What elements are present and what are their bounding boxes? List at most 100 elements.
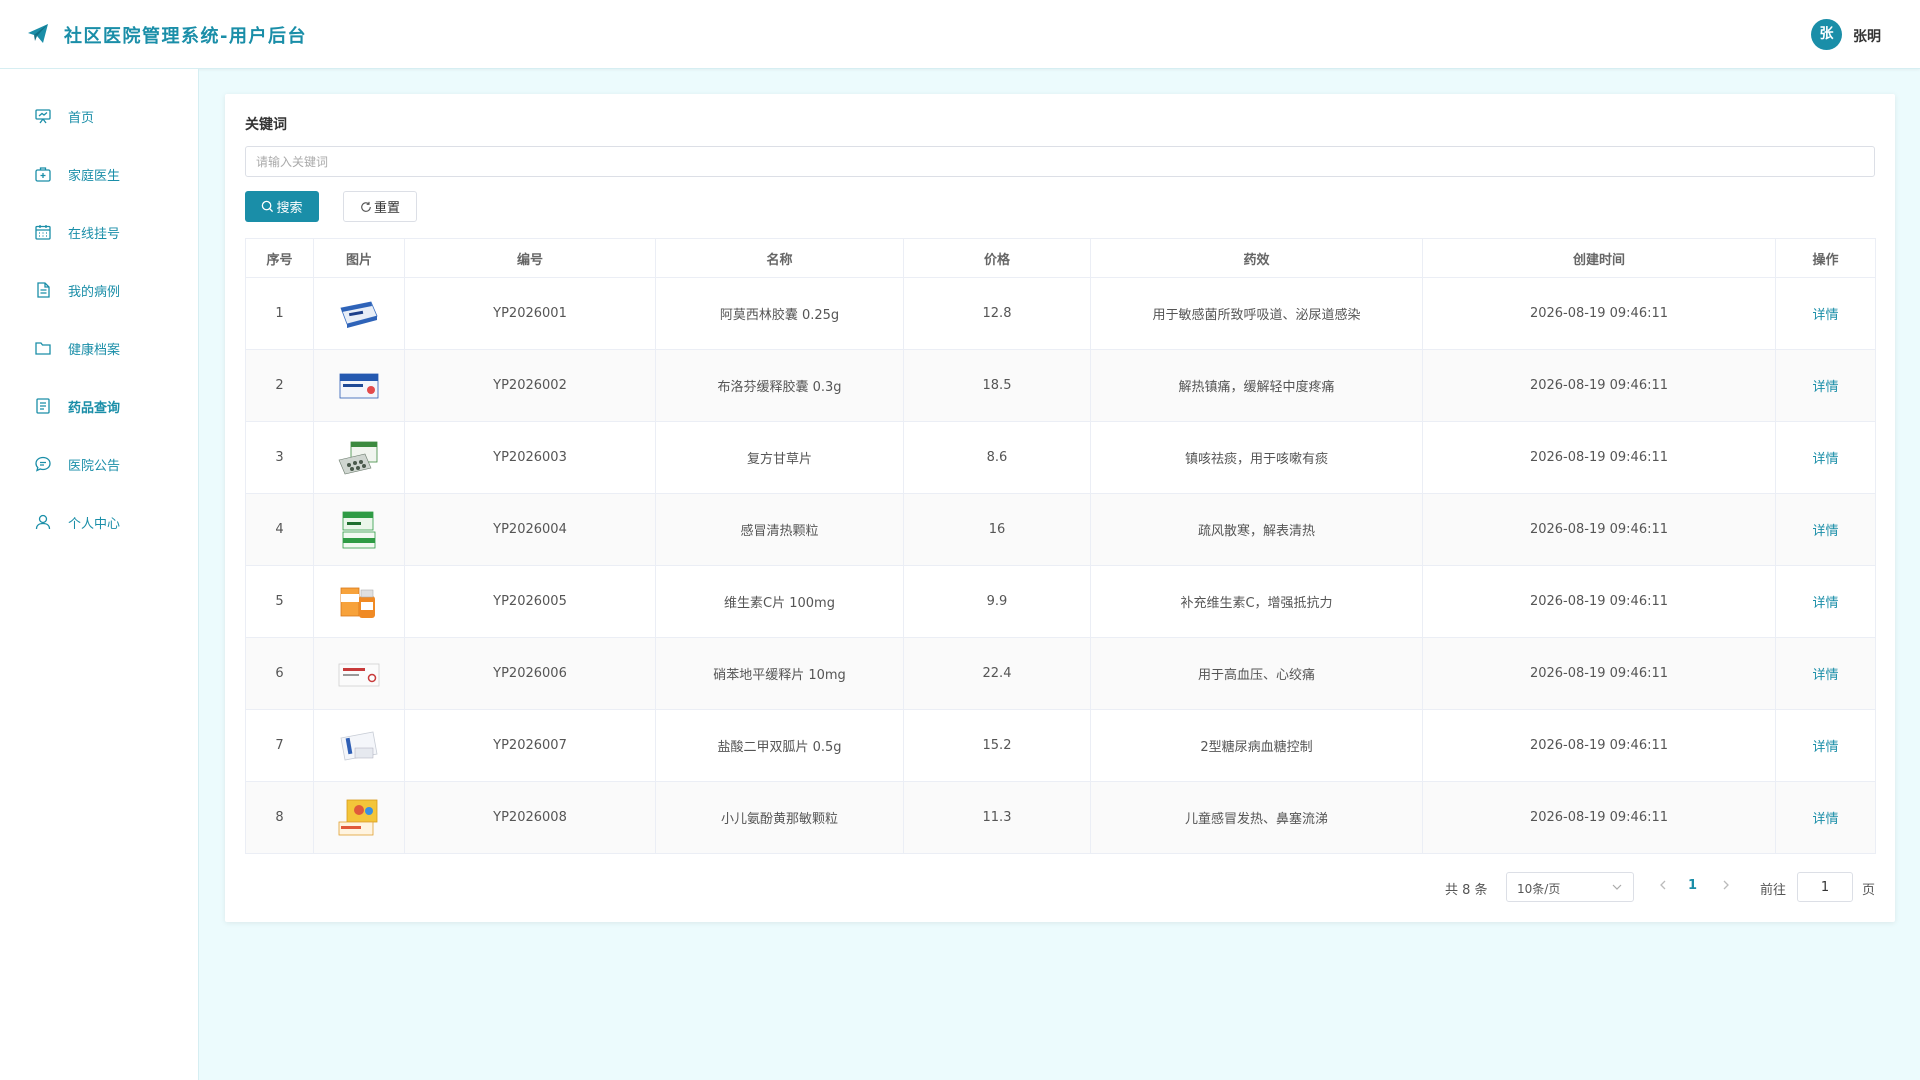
sidebar-item-label: 药品查询 [68, 401, 121, 416]
sidebar-item-drug-query[interactable]: 药品查询 [0, 381, 198, 431]
cell-created: 2026-08-19 09:46:11 [1422, 349, 1776, 422]
top-header: 社区医院管理系统-用户后台 张 张明 [0, 0, 1920, 69]
chevron-right-icon [1723, 880, 1729, 890]
cell-index: 2 [245, 349, 314, 422]
page-unit-label: 页 [1862, 883, 1876, 898]
column-header-index: 序号 [245, 238, 314, 278]
sidebar-item-label: 医院公告 [68, 459, 121, 474]
table-header-row: 序号 图片 编号 名称 价格 药效 创建时间 操作 [245, 238, 1876, 278]
table-row: 8 YP2026008 小儿氨酚黄那敏颗粒 11.3 儿童感冒发热、鼻塞流涕 2… [245, 781, 1876, 854]
chevron-left-icon [1660, 880, 1666, 890]
keyword-input[interactable] [245, 146, 1875, 177]
paper-plane-icon [28, 24, 48, 43]
sidebar-item-announcements[interactable]: 医院公告 [0, 439, 198, 489]
cell-code: YP2026006 [404, 637, 656, 710]
list-document-icon [36, 398, 50, 414]
next-page-button[interactable] [1721, 879, 1731, 895]
goto-label: 前往 [1760, 883, 1787, 898]
cell-image [313, 277, 405, 350]
sidebar-item-online-register[interactable]: 在线挂号 [0, 207, 198, 257]
cell-price: 9.9 [903, 565, 1091, 638]
cell-effect: 儿童感冒发热、鼻塞流涕 [1090, 781, 1423, 854]
cell-name: 布洛芬缓释胶囊 0.3g [655, 349, 904, 422]
sidebar: 首页 家庭医生 在线挂号 我的病例 健康档案 药品查询 医院公告 个人中心 [0, 69, 199, 1080]
cell-name: 盐酸二甲双胍片 0.5g [655, 709, 904, 782]
sidebar-item-home[interactable]: 首页 [0, 91, 198, 141]
sidebar-item-my-cases[interactable]: 我的病例 [0, 265, 198, 315]
page-number-current[interactable]: 1 [1688, 878, 1697, 893]
page-size-value: 10条/页 [1517, 882, 1561, 896]
cell-index: 4 [245, 493, 314, 566]
chat-bubble-icon [35, 456, 51, 472]
cell-created: 2026-08-19 09:46:11 [1422, 637, 1776, 710]
drug-thumbnail[interactable] [337, 294, 381, 334]
cell-code: YP2026004 [404, 493, 656, 566]
drug-thumbnail[interactable] [337, 798, 381, 838]
sidebar-item-label: 健康档案 [68, 343, 121, 358]
cell-image [313, 349, 405, 422]
user-icon [35, 514, 51, 530]
cell-index: 3 [245, 421, 314, 494]
reset-button[interactable]: 重置 [343, 191, 417, 222]
cell-name: 维生素C片 100mg [655, 565, 904, 638]
drug-thumbnail[interactable] [337, 510, 381, 550]
cell-price: 22.4 [903, 637, 1091, 710]
drug-thumbnail[interactable] [337, 438, 381, 478]
cell-price: 8.6 [903, 421, 1091, 494]
cell-effect: 补充维生素C，增强抵抗力 [1090, 565, 1423, 638]
sidebar-item-profile[interactable]: 个人中心 [0, 497, 198, 547]
detail-link[interactable]: 详情 [1812, 308, 1838, 323]
table-row: 2 YP2026002 布洛芬缓释胶囊 0.3g 18.5 解热镇痛，缓解轻中度… [245, 349, 1876, 422]
detail-link[interactable]: 详情 [1812, 740, 1838, 755]
cell-action: 详情 [1775, 565, 1876, 638]
detail-link[interactable]: 详情 [1812, 668, 1838, 683]
reset-button-label: 重置 [373, 201, 400, 216]
column-header-name: 名称 [655, 238, 904, 278]
prev-page-button[interactable] [1658, 879, 1668, 895]
sidebar-item-family-doctor[interactable]: 家庭医生 [0, 149, 198, 199]
sidebar-item-health-records[interactable]: 健康档案 [0, 323, 198, 373]
column-header-image: 图片 [313, 238, 405, 278]
sidebar-item-label: 家庭医生 [68, 169, 121, 184]
detail-link[interactable]: 详情 [1812, 380, 1838, 395]
cell-price: 15.2 [903, 709, 1091, 782]
drug-thumbnail[interactable] [337, 366, 381, 406]
cell-effect: 用于高血压、心绞痛 [1090, 637, 1423, 710]
sidebar-item-label: 个人中心 [68, 517, 121, 532]
search-button[interactable]: 搜索 [245, 191, 319, 222]
drug-thumbnail[interactable] [337, 654, 381, 694]
cell-code: YP2026008 [404, 781, 656, 854]
detail-link[interactable]: 详情 [1812, 812, 1838, 827]
page-jump-input[interactable] [1797, 872, 1853, 902]
detail-link[interactable]: 详情 [1812, 524, 1838, 539]
table-row: 7 YP2026007 盐酸二甲双胍片 0.5g 15.2 2型糖尿病血糖控制 … [245, 709, 1876, 782]
refresh-icon [361, 201, 371, 212]
cell-name: 硝苯地平缓释片 10mg [655, 637, 904, 710]
detail-link[interactable]: 详情 [1812, 452, 1838, 467]
drug-thumbnail[interactable] [337, 726, 381, 766]
sidebar-item-label: 我的病例 [68, 285, 121, 300]
column-header-effect: 药效 [1090, 238, 1423, 278]
cell-created: 2026-08-19 09:46:11 [1422, 493, 1776, 566]
cell-code: YP2026001 [404, 277, 656, 350]
cell-image [313, 781, 405, 854]
cell-image [313, 493, 405, 566]
cell-created: 2026-08-19 09:46:11 [1422, 277, 1776, 350]
user-name[interactable]: 张明 [1853, 26, 1881, 46]
chevron-down-icon [1612, 884, 1622, 890]
cell-price: 12.8 [903, 277, 1091, 350]
presentation-board-icon [35, 109, 51, 124]
page-size-select[interactable]: 10条/页 [1506, 872, 1634, 902]
table-row: 5 YP2026005 维生素C片 100mg 9.9 补充维生素C，增强抵抗力… [245, 565, 1876, 638]
detail-link[interactable]: 详情 [1812, 596, 1838, 611]
cell-effect: 2型糖尿病血糖控制 [1090, 709, 1423, 782]
search-icon [262, 200, 274, 213]
cell-image [313, 421, 405, 494]
calendar-icon [35, 225, 51, 240]
app-title: 社区医院管理系统-用户后台 [64, 26, 307, 47]
avatar[interactable]: 张 [1811, 19, 1842, 50]
cell-action: 详情 [1775, 277, 1876, 350]
drug-thumbnail[interactable] [337, 582, 381, 622]
medical-kit-icon [35, 167, 51, 182]
cell-index: 6 [245, 637, 314, 710]
